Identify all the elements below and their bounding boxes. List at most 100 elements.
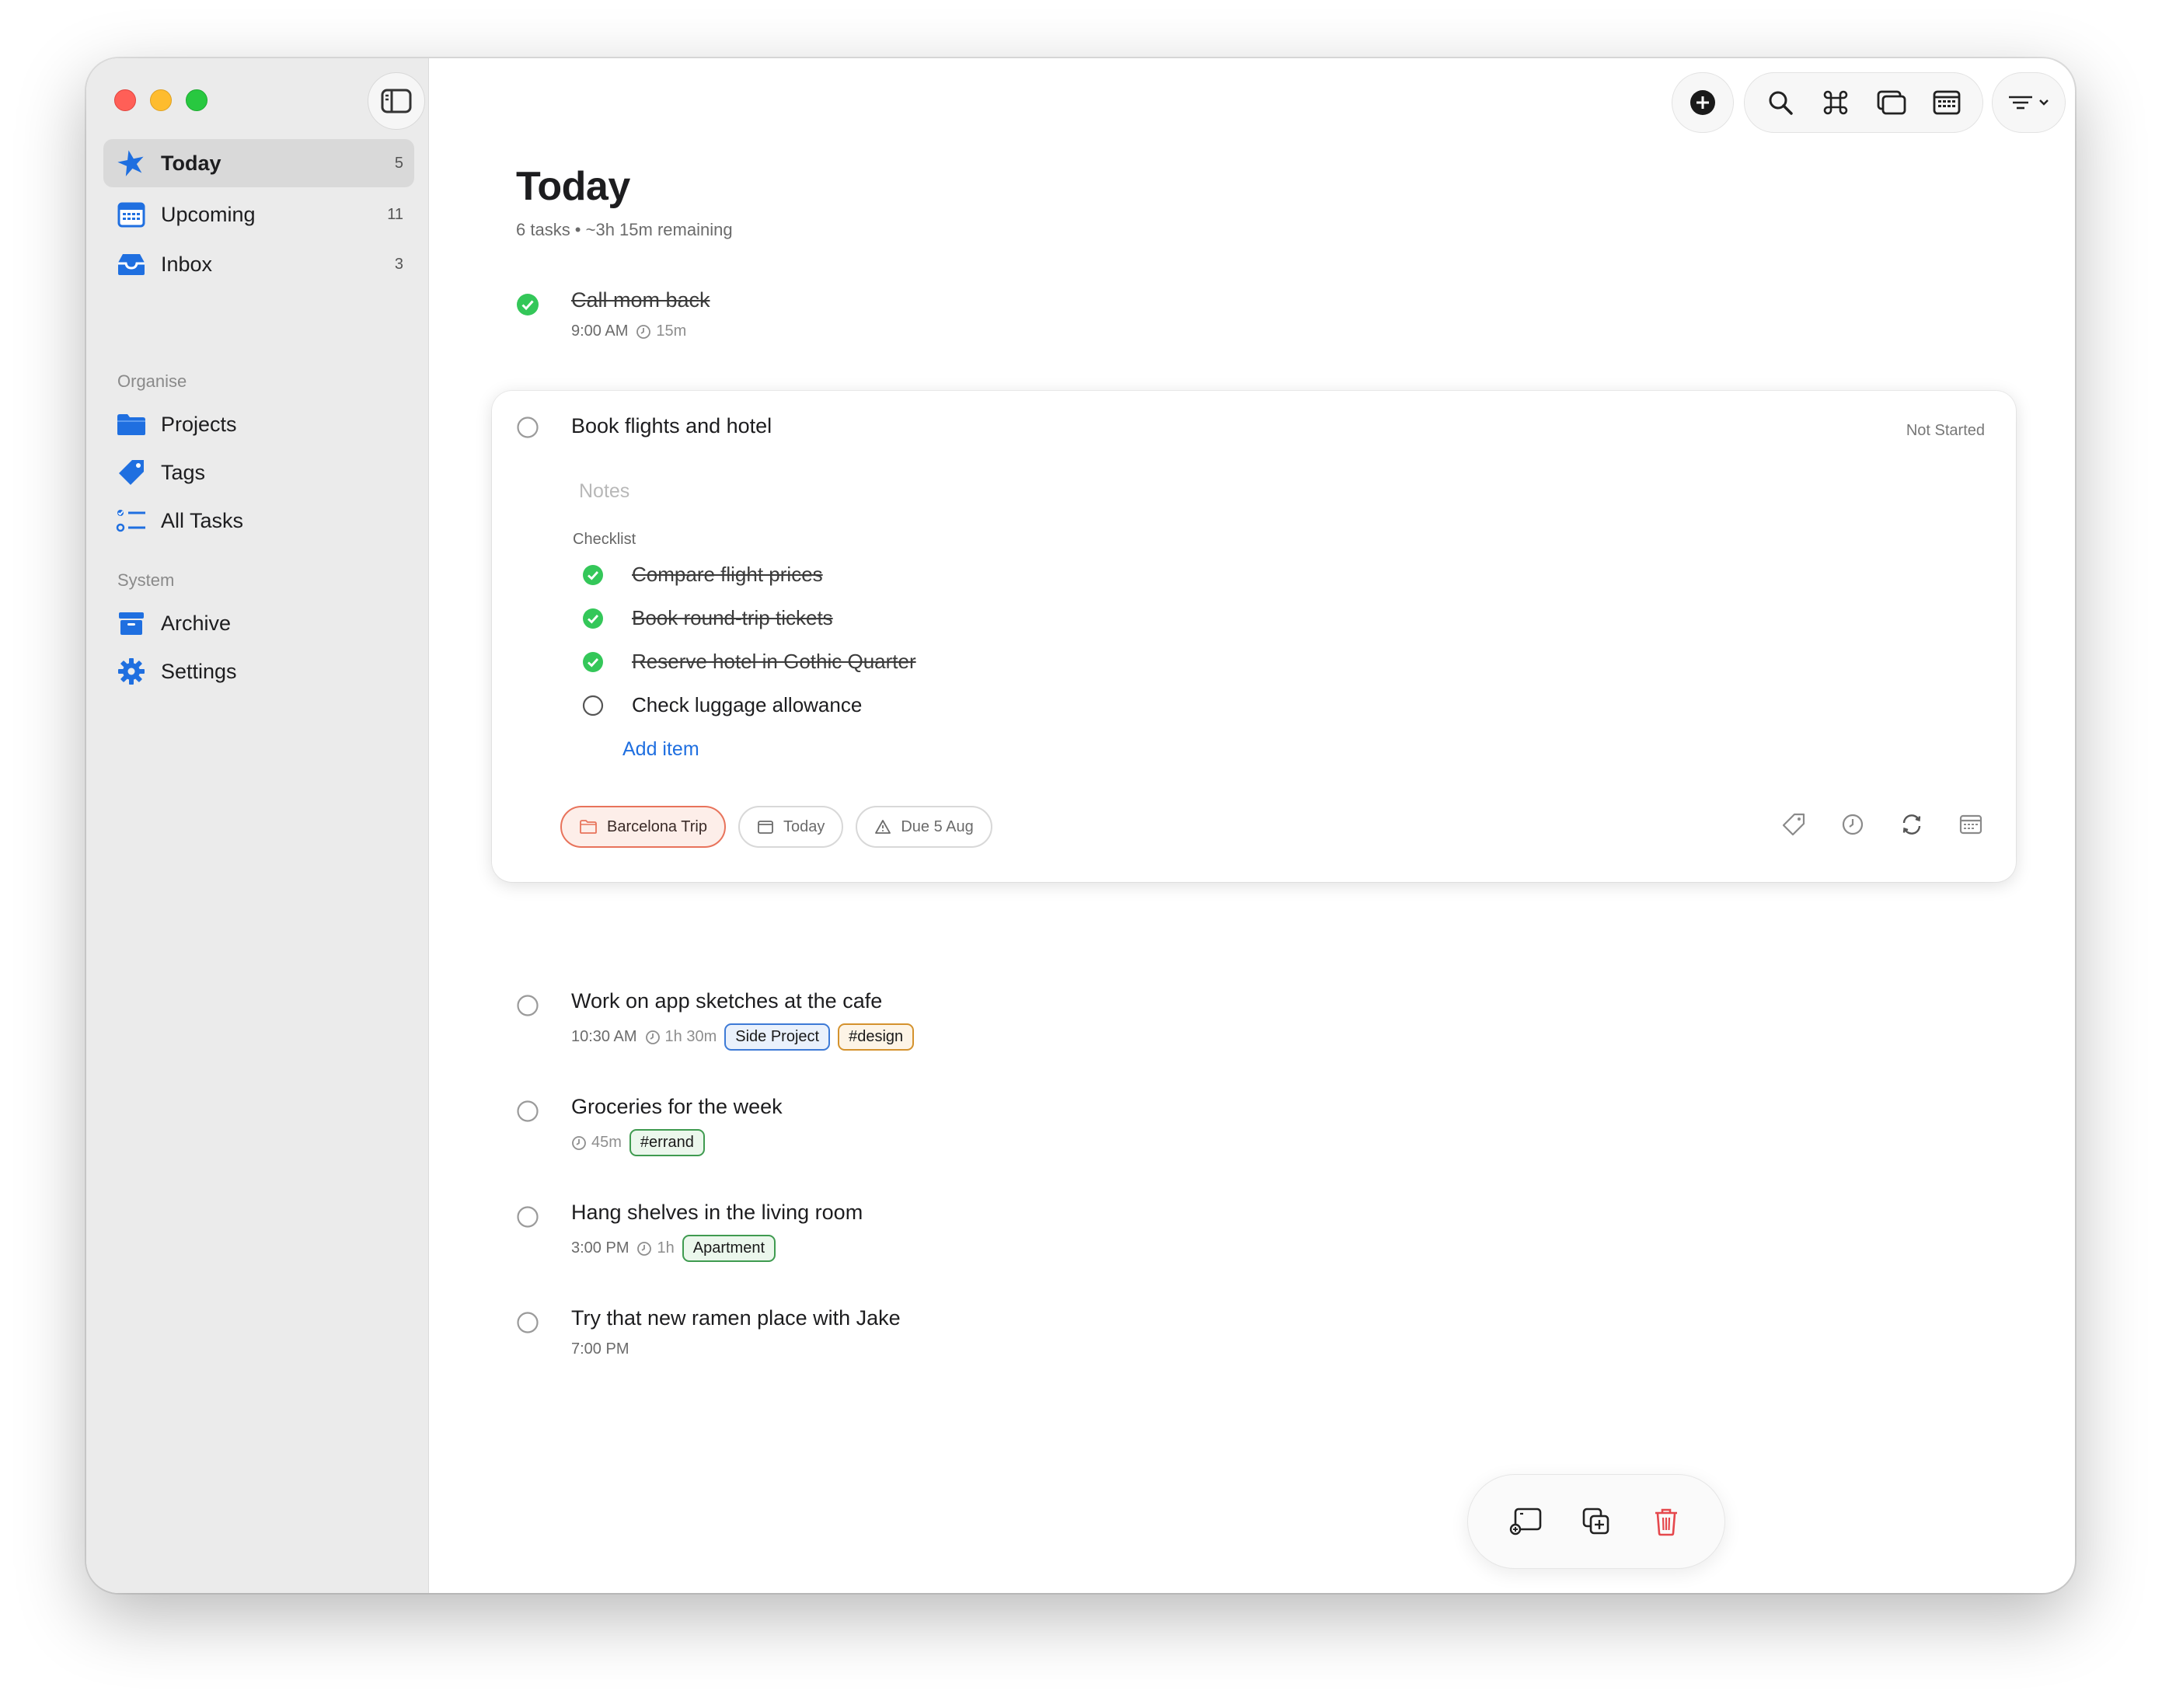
incomplete-circle-icon[interactable] xyxy=(516,1205,539,1229)
status-badge[interactable]: Not Started xyxy=(1906,422,1985,440)
stacked-windows-icon xyxy=(1877,90,1906,115)
task-meta: 10:30 AM 1h 30m Side Project #design xyxy=(571,1023,915,1051)
folder-icon xyxy=(116,409,147,440)
duplicate-task-button[interactable] xyxy=(1578,1503,1615,1540)
star-icon xyxy=(116,148,147,179)
checklist-item[interactable]: Book round-trip tickets xyxy=(582,606,833,630)
schedule-button[interactable] xyxy=(1957,810,1985,838)
project-tag-badge[interactable]: Apartment xyxy=(682,1235,776,1262)
task-title: Groceries for the week xyxy=(571,1095,783,1118)
sidebar-item-tags[interactable]: Tags xyxy=(103,448,414,497)
clock-icon xyxy=(637,1241,652,1256)
bottom-action-bar xyxy=(1467,1474,1725,1569)
sidebar-item-upcoming[interactable]: Upcoming 11 xyxy=(103,190,414,239)
sidebar-item-label: Archive xyxy=(161,611,232,635)
page-subtitle: 6 tasks • ~3h 15m remaining xyxy=(516,220,733,239)
sidebar-item-settings[interactable]: Settings xyxy=(103,647,414,695)
search-icon xyxy=(1769,91,1793,115)
folder-icon xyxy=(580,820,597,834)
incomplete-circle-icon[interactable] xyxy=(516,994,539,1017)
incomplete-circle-icon[interactable] xyxy=(516,416,539,439)
command-palette-button[interactable] xyxy=(1808,78,1864,127)
sidebar-item-inbox[interactable]: Inbox 3 xyxy=(103,240,414,288)
completed-check-icon[interactable] xyxy=(582,608,604,629)
notes-field[interactable]: Notes xyxy=(579,480,629,503)
sidebar-item-all-tasks[interactable]: All Tasks xyxy=(103,497,414,545)
task-time: 7:00 PM xyxy=(571,1340,629,1358)
task-meta: 45m #errand xyxy=(571,1129,705,1156)
date-chip-label: Today xyxy=(783,817,825,835)
task-duration: 1h 30m xyxy=(645,1028,717,1046)
task-chips: Barcelona Trip Today Due 5 Aug xyxy=(560,806,992,848)
checklist-item-label: Compare flight prices xyxy=(632,563,823,586)
warning-triangle-icon xyxy=(875,820,891,834)
task-title: Call mom back xyxy=(571,288,710,312)
checklist-label: Checklist xyxy=(573,531,636,548)
section-label-system: System xyxy=(117,570,175,590)
close-window-button[interactable] xyxy=(114,89,136,111)
sidebar-item-label: Inbox xyxy=(161,252,213,276)
task-duration: 1h xyxy=(636,1239,675,1257)
date-chip[interactable]: Today xyxy=(738,806,844,848)
task-title[interactable]: Book flights and hotel xyxy=(571,414,772,438)
completed-check-icon[interactable] xyxy=(582,564,604,586)
gear-icon xyxy=(116,656,147,687)
sidebar-item-projects[interactable]: Projects xyxy=(103,400,414,448)
task-title: Try that new ramen place with Jake xyxy=(571,1306,901,1330)
filter-button[interactable] xyxy=(1994,78,2064,127)
move-task-button[interactable] xyxy=(1508,1503,1545,1540)
project-chip[interactable]: Barcelona Trip xyxy=(560,806,726,848)
primary-nav: Today 5 Upcoming 11 Inbox 3 xyxy=(103,139,414,288)
add-task-button[interactable] xyxy=(1675,78,1731,127)
plus-circle-icon xyxy=(1690,90,1715,115)
sidebar-item-today[interactable]: Today 5 xyxy=(103,139,414,187)
add-tag-button[interactable] xyxy=(1780,810,1808,838)
search-button[interactable] xyxy=(1752,78,1808,127)
filter-lines-icon xyxy=(2008,96,2049,110)
project-tag-badge[interactable]: Side Project xyxy=(724,1023,831,1051)
completed-check-icon[interactable] xyxy=(516,293,539,316)
task-meta: 3:00 PM 1h Apartment xyxy=(571,1235,776,1262)
incomplete-circle-icon[interactable] xyxy=(582,695,604,716)
task-time: 10:30 AM xyxy=(571,1028,637,1045)
windows-button[interactable] xyxy=(1864,78,1920,127)
checklist-item[interactable]: Reserve hotel in Gothic Quarter xyxy=(582,650,916,674)
calendar-icon xyxy=(758,821,773,834)
archive-box-icon xyxy=(116,608,147,639)
task-duration-value: 45m xyxy=(591,1134,622,1151)
toolbar-filter-group xyxy=(1992,72,2066,133)
hashtag-badge[interactable]: #design xyxy=(838,1023,915,1051)
hashtag-badge[interactable]: #errand xyxy=(629,1129,705,1156)
checklist-item[interactable]: Compare flight prices xyxy=(582,563,823,587)
minimize-window-button[interactable] xyxy=(150,89,172,111)
sidebar-item-label: Projects xyxy=(161,412,237,436)
incomplete-circle-icon[interactable] xyxy=(516,1100,539,1123)
task-title: Hang shelves in the living room xyxy=(571,1201,863,1224)
task-meta: 7:00 PM xyxy=(571,1340,629,1358)
repeat-icon xyxy=(1902,814,1921,835)
task-duration-value: 1h xyxy=(657,1239,675,1257)
move-to-window-icon xyxy=(1509,1508,1542,1535)
duplicate-icon xyxy=(1582,1508,1609,1535)
completed-check-icon[interactable] xyxy=(582,651,604,673)
sidebar-item-label: Tags xyxy=(161,460,206,484)
main-content: Today 6 tasks • ~3h 15m remaining Call m… xyxy=(429,58,2075,1593)
checklist-item[interactable]: Check luggage allowance xyxy=(582,693,862,717)
repeat-button[interactable] xyxy=(1898,810,1926,838)
incomplete-circle-icon[interactable] xyxy=(516,1311,539,1334)
organise-section: Organise Projects Tags All Tasks xyxy=(103,366,414,545)
set-time-button[interactable] xyxy=(1839,810,1867,838)
calendar-icon xyxy=(1959,814,1982,835)
calendar-view-button[interactable] xyxy=(1920,78,1975,127)
sidebar-toggle-button[interactable] xyxy=(368,72,425,130)
trash-icon xyxy=(1655,1508,1677,1536)
delete-task-button[interactable] xyxy=(1648,1503,1685,1540)
sidebar-item-archive[interactable]: Archive xyxy=(103,599,414,647)
due-date-chip[interactable]: Due 5 Aug xyxy=(856,806,992,848)
system-section: System Archive Settings xyxy=(103,565,414,695)
add-checklist-item-button[interactable]: Add item xyxy=(622,738,699,761)
task-detail-card: Book flights and hotel Not Started Notes… xyxy=(492,391,2016,882)
card-actions xyxy=(1780,810,1985,838)
zoom-window-button[interactable] xyxy=(186,89,207,111)
inbox-tray-icon xyxy=(116,249,147,280)
